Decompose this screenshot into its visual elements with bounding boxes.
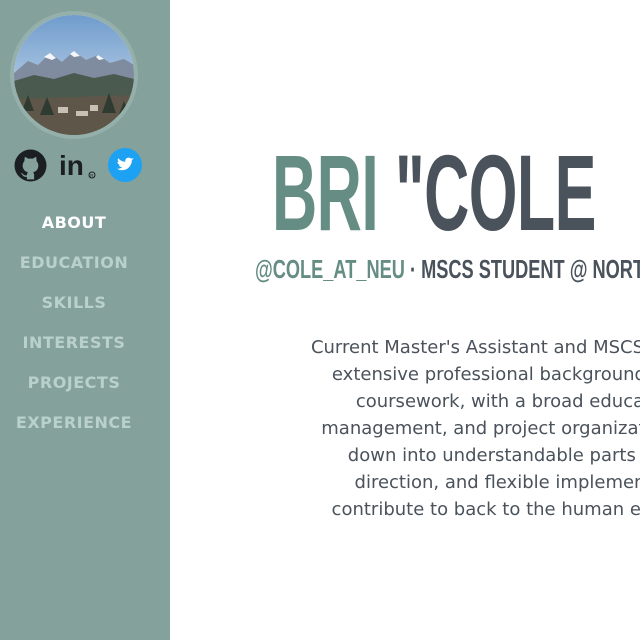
nav-item-projects[interactable]: PROJECTS (0, 368, 148, 408)
svg-text:in: in (59, 150, 84, 181)
bio-line: contribute to back to the human elen (331, 499, 640, 520)
bio-line: Current Master's Assistant and MSCS stud (310, 337, 640, 358)
linkedin-link[interactable]: in R (57, 148, 97, 182)
title-nickname: "COLE (394, 132, 596, 253)
twitter-link[interactable] (108, 148, 142, 182)
nav-item-interests[interactable]: INTERESTS (0, 328, 148, 368)
avatar-photo (14, 15, 134, 135)
sidebar: in R ABOUT EDUCATION SKILLS INTERESTS PR… (0, 0, 170, 640)
nav-item-education[interactable]: EDUCATION (0, 248, 148, 288)
main-content: BRI "COLE @COLE_AT_NEU · MSCS STUDENT @ … (170, 0, 640, 640)
nav-item-skills[interactable]: SKILLS (0, 288, 148, 328)
sidebar-nav: ABOUT EDUCATION SKILLS INTERESTS PROJECT… (0, 208, 148, 448)
subheading-separator: · (404, 254, 422, 284)
github-link[interactable] (13, 148, 47, 182)
bio-line: extensive professional background in (331, 364, 640, 385)
handle-link[interactable]: @COLE_AT_NEU (255, 254, 405, 284)
bio-paragraph: Current Master's Assistant and MSCS stud… (240, 334, 640, 523)
subheading-title: MSCS STUDENT @ NORT (421, 254, 640, 284)
bio-line: coursework, with a broad educa (355, 391, 640, 412)
bio-line: management, and project organization. (321, 418, 640, 439)
nav-item-experience[interactable]: EXPERIENCE (0, 408, 148, 448)
linkedin-icon: in R (59, 150, 96, 181)
twitter-icon (108, 148, 142, 182)
bio-line: direction, and flexible implemen (354, 472, 640, 493)
nav-item-about[interactable]: ABOUT (0, 208, 148, 248)
github-icon (14, 149, 46, 181)
title-first-name: BRI (272, 132, 379, 253)
bio-line: down into understandable parts v (347, 445, 640, 466)
avatar (10, 11, 138, 139)
subheading: @COLE_AT_NEU · MSCS STUDENT @ NORT (255, 252, 640, 286)
page-title: BRI "COLE (272, 128, 596, 258)
